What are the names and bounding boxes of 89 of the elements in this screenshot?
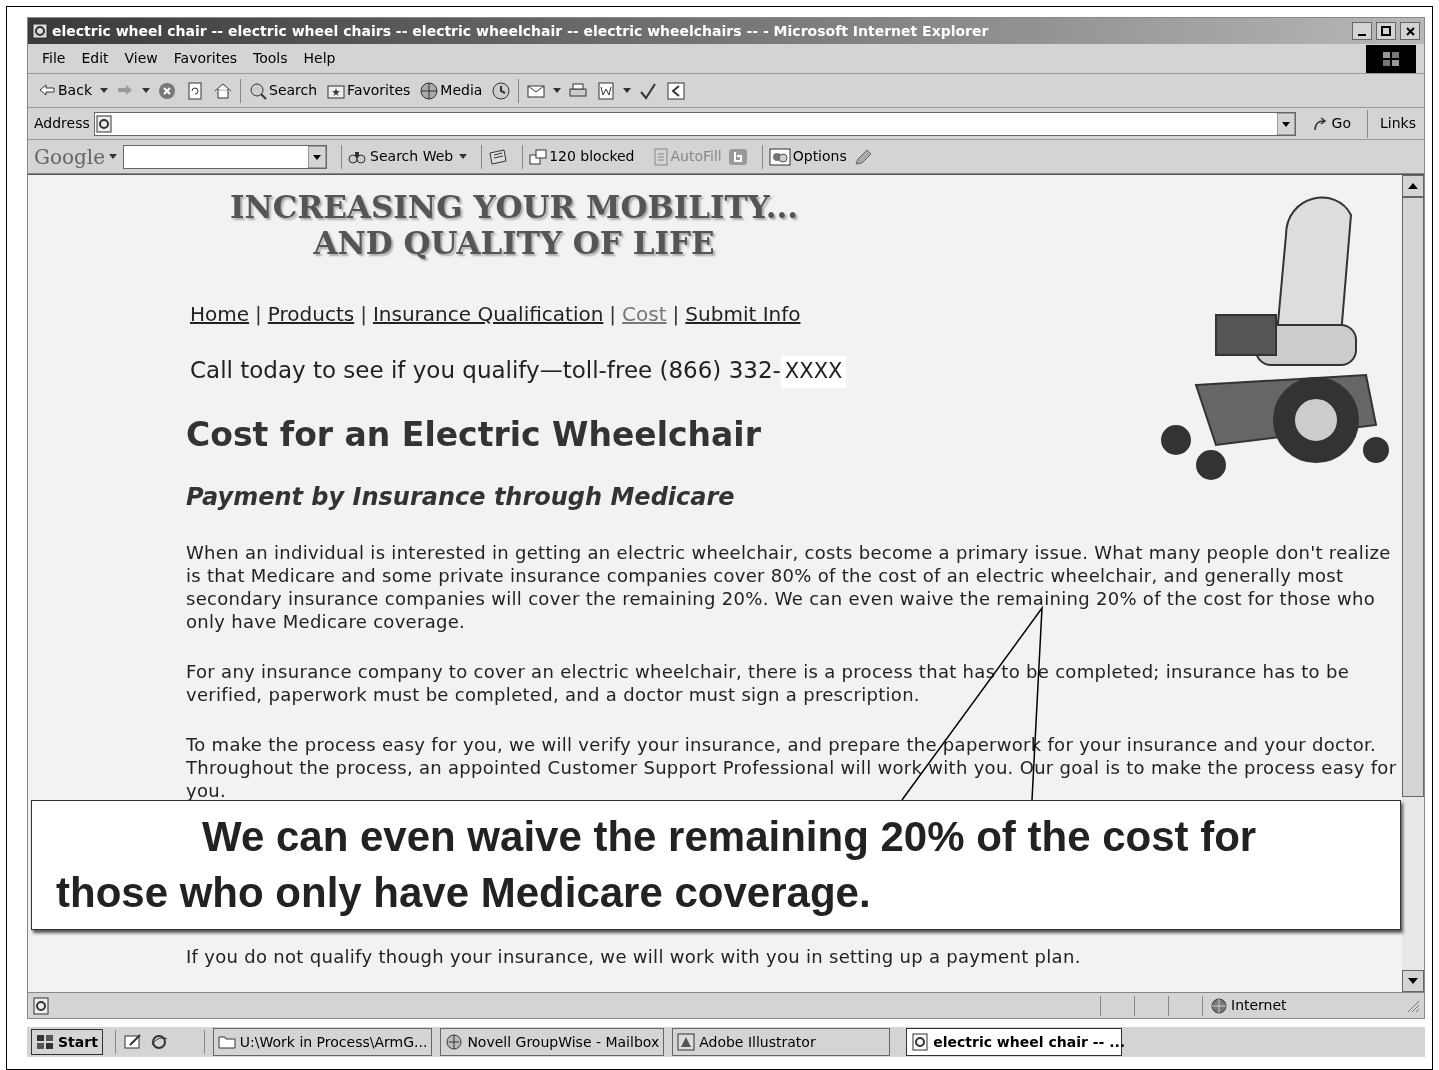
caret-icon[interactable] <box>142 88 150 93</box>
close-icon <box>1405 26 1415 36</box>
popup-blocker-button[interactable]: 120 blocked <box>529 146 635 167</box>
news-icon[interactable] <box>488 147 509 166</box>
nav-link[interactable]: Home <box>190 299 250 329</box>
discuss-icon <box>667 81 686 100</box>
nav-link[interactable]: Cost <box>622 299 667 329</box>
taskbar-button[interactable]: U:\Work in Process\ArmG... <box>212 1028 433 1056</box>
minimize-icon <box>1358 34 1366 36</box>
taskbar-button[interactable]: Novell GroupWise - Mailbox <box>440 1028 665 1056</box>
nav-link[interactable]: Insurance Qualification <box>372 299 604 329</box>
resize-grip-icon <box>1406 998 1420 1013</box>
clock-icon <box>492 81 511 100</box>
banner-heading: AND QUALITY OF LIFE <box>313 225 715 261</box>
minimize-button[interactable] <box>1352 22 1372 40</box>
stop-icon <box>158 81 176 100</box>
printer-icon <box>569 81 588 100</box>
maximize-button[interactable] <box>1376 22 1396 40</box>
caret-icon[interactable] <box>623 88 632 93</box>
curved-arrow-icon <box>1311 115 1328 132</box>
blog-icon[interactable] <box>727 147 748 166</box>
nav-link[interactable]: Products <box>267 299 355 329</box>
menu-item[interactable]: Edit <box>75 48 115 69</box>
dropdown-arrow-icon[interactable] <box>1276 112 1295 135</box>
page-heading: Cost for an Electric Wheelchair <box>186 413 762 456</box>
favorites-button[interactable]: Favorites <box>325 77 413 104</box>
separator-text: | <box>255 301 262 328</box>
form-icon <box>652 147 669 166</box>
page-icon <box>94 114 113 133</box>
caret-icon <box>109 153 118 160</box>
links-button[interactable]: Links <box>1372 113 1424 134</box>
address-label: Address <box>34 114 90 133</box>
media-button[interactable]: Media <box>418 77 485 104</box>
search-field[interactable] <box>123 144 328 169</box>
separator-text: | <box>609 301 617 328</box>
search-icon <box>249 81 267 100</box>
phone-text: Call today to see if you qualify—toll-free (866) 332- <box>190 356 781 385</box>
globe-icon <box>420 81 439 100</box>
window-title: electric wheel chair -- electric wheel chairs -- electric wheelchair -- electric wheelchairs -- - Microsoft Internet Explorer <box>52 21 990 41</box>
menu-item[interactable]: Favorites <box>167 48 244 69</box>
menu-item[interactable]: Help <box>297 48 342 69</box>
globe-icon <box>445 1033 464 1051</box>
page-icon <box>911 1033 930 1051</box>
browser-icon[interactable] <box>149 1033 168 1051</box>
caret-icon[interactable] <box>553 88 562 93</box>
security-zone-text: Internet <box>1231 996 1287 1015</box>
pencil-icon[interactable] <box>852 147 873 166</box>
nav-link[interactable]: Submit Info <box>685 299 801 329</box>
maximize-icon <box>1381 26 1391 36</box>
caret-icon[interactable] <box>100 88 108 93</box>
globe-icon <box>1211 997 1227 1014</box>
taskbar-button[interactable]: electric wheel chair -- ... <box>906 1028 1123 1056</box>
checkmark-icon <box>639 81 658 100</box>
page-icon <box>32 996 50 1015</box>
windows-stack-icon <box>529 148 548 165</box>
scroll-thumb[interactable] <box>1402 197 1424 797</box>
search-button[interactable]: Search <box>247 77 320 104</box>
flag-icon <box>1382 50 1400 67</box>
menu-item[interactable]: File <box>36 48 72 69</box>
go-button[interactable]: Go <box>1299 113 1364 134</box>
menu-item[interactable]: Tools <box>247 48 294 69</box>
search-web-button[interactable]: Search Web <box>348 146 454 167</box>
home-icon <box>214 81 232 100</box>
options-button[interactable]: Options <box>768 146 847 167</box>
document-icon <box>597 81 616 100</box>
start-button[interactable]: Start <box>31 1029 103 1055</box>
options-icon <box>768 147 791 166</box>
address-field[interactable] <box>93 111 1296 136</box>
taskbar-button[interactable]: Adobe Illustrator <box>672 1028 891 1056</box>
google-logo-button[interactable]: Google <box>34 141 118 172</box>
desktop-icon[interactable] <box>123 1033 142 1051</box>
browser-icon <box>32 23 48 39</box>
page-subheading: Payment by Insurance through Medicare <box>186 482 736 513</box>
back-button[interactable]: Back <box>36 77 94 104</box>
refresh-icon <box>186 81 204 100</box>
folder-icon <box>217 1033 236 1051</box>
callout-box: We can even waive the remaining 20% of the cost for those who only have Medicare coverage. <box>31 800 1401 930</box>
menu-item[interactable]: View <box>118 48 164 69</box>
banner-heading: INCREASING YOUR MOBILITY... <box>229 189 799 225</box>
phone-number-mask: XXXX <box>780 356 847 388</box>
separator-text: | <box>672 301 680 328</box>
windows-flag-icon <box>36 1034 54 1050</box>
caret-icon[interactable] <box>459 153 468 160</box>
separator-text: | <box>360 301 367 328</box>
scrollbar[interactable] <box>1402 175 1424 992</box>
body-paragraph: When an individual is interested in getting an electric wheelchair, costs become a primary issue. What many people don't realize is that Medicare and some private insurance companies cover 80% of the cost of an electric wheelchair, and generally most secondary insurance companies will cover the remaining 20%. We can even waive the remaining 20% of the cost for those who only have Medicare coverage. <box>186 541 1392 633</box>
body-paragraph: If you do not qualify though your insurance, we will work with you in setting up a payment plan. <box>186 945 1082 968</box>
dropdown-arrow-icon[interactable] <box>308 145 327 168</box>
close-button[interactable] <box>1400 22 1420 40</box>
